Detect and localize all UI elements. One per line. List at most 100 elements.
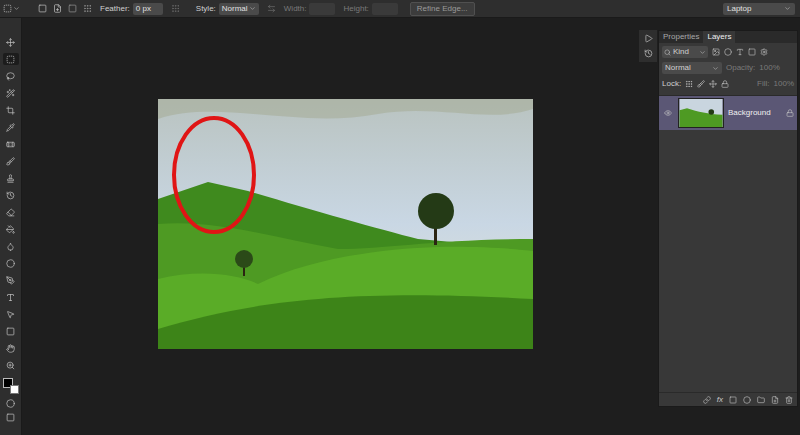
tool-icon[interactable] (6, 157, 15, 166)
tool-button[interactable] (3, 155, 19, 167)
pixel-filter-icon[interactable] (712, 48, 720, 56)
intersect-selection-icon[interactable] (83, 4, 92, 13)
tool-button[interactable] (3, 53, 19, 65)
lock-position-icon[interactable] (709, 80, 717, 88)
color-swatches[interactable] (3, 378, 19, 394)
adjustment-filter-icon[interactable] (724, 48, 732, 56)
lock-all-icon[interactable] (721, 80, 729, 88)
fx-button[interactable]: fx (717, 394, 723, 406)
tool-button[interactable] (3, 87, 19, 99)
height-field-input[interactable] (372, 3, 398, 15)
panel-tab[interactable]: Properties (659, 31, 703, 43)
chevron-icon[interactable] (712, 65, 719, 72)
actions-icon[interactable] (644, 34, 653, 43)
tool-icon[interactable] (6, 174, 15, 183)
tool-button[interactable] (3, 36, 19, 48)
tool-button[interactable] (3, 206, 19, 218)
tool-button[interactable] (3, 359, 19, 371)
link-icon[interactable] (703, 396, 711, 404)
tool-icon[interactable] (6, 293, 15, 302)
visibility-toggle[interactable] (662, 109, 674, 117)
screen-mode-icon[interactable] (6, 413, 15, 422)
toolbar (0, 18, 22, 435)
type-filter-icon[interactable] (736, 48, 744, 56)
tool-icon[interactable] (6, 72, 15, 81)
tool-button[interactable] (3, 172, 19, 184)
adjustment-icon[interactable] (743, 396, 751, 404)
feather-field-label: Feather: (100, 3, 130, 15)
tool-icon[interactable] (6, 89, 15, 98)
tool-icon[interactable] (6, 55, 15, 64)
trash-icon[interactable] (785, 396, 793, 404)
chevron-icon[interactable] (784, 5, 791, 12)
marquee-icon[interactable] (3, 4, 12, 13)
feather-field-input[interactable]: 0 px (133, 3, 163, 15)
tool-icon[interactable] (6, 208, 15, 217)
chevron-icon[interactable] (699, 49, 706, 56)
tool-button[interactable] (3, 325, 19, 337)
tool-icon[interactable] (6, 344, 15, 353)
tool-icon[interactable] (6, 361, 15, 370)
refine-edge-button[interactable]: Refine Edge... (410, 2, 475, 16)
add-selection-icon[interactable] (53, 4, 62, 13)
tool-button[interactable] (3, 308, 19, 320)
lock-icon[interactable] (786, 109, 794, 117)
photoshop-window: Feather:0 pxStyle:NormalWidth:Height:Ref… (0, 0, 800, 435)
search-icon[interactable] (664, 49, 671, 56)
tool-button[interactable] (3, 121, 19, 133)
eye-icon[interactable] (664, 109, 672, 117)
tool-button[interactable] (3, 189, 19, 201)
tool-button[interactable] (3, 342, 19, 354)
tool-icon[interactable] (6, 38, 15, 47)
dropdown-icon[interactable] (13, 5, 20, 12)
background-color[interactable] (10, 385, 19, 394)
tool-icon[interactable] (6, 106, 15, 115)
opacity-value[interactable]: 100% (759, 62, 779, 74)
tool-icon[interactable] (6, 140, 15, 149)
tool-button[interactable] (3, 291, 19, 303)
smart-filter-icon[interactable] (760, 48, 768, 56)
tool-icon[interactable] (6, 327, 15, 336)
filter-select[interactable]: Kind (662, 46, 708, 58)
new-selection-icon[interactable] (38, 4, 47, 13)
style-select[interactable]: Normal (219, 3, 259, 15)
quick-mask-icon[interactable] (6, 399, 15, 408)
layer-row[interactable]: Background (659, 96, 797, 130)
tool-icon[interactable] (6, 242, 15, 251)
swap-icon[interactable] (267, 4, 276, 13)
folder-icon[interactable] (757, 396, 765, 404)
workspace-select[interactable]: Laptop (723, 3, 795, 15)
document-image[interactable] (158, 99, 533, 349)
tool-button[interactable] (3, 138, 19, 150)
shape-filter-icon[interactable] (748, 48, 756, 56)
width-field-input[interactable] (309, 3, 335, 15)
chevron-icon[interactable] (249, 5, 256, 12)
subtract-selection-icon[interactable] (68, 4, 77, 13)
tool-button[interactable] (3, 223, 19, 235)
tool-button[interactable] (3, 240, 19, 252)
history-icon[interactable] (644, 49, 653, 58)
tool-icon[interactable] (6, 259, 15, 268)
lock-pixels-icon[interactable] (697, 80, 705, 88)
mask-icon[interactable] (729, 396, 737, 404)
tool-preset-picker[interactable] (3, 4, 20, 13)
tool-icon[interactable] (6, 225, 15, 234)
layer-name[interactable]: Background (728, 107, 771, 119)
panel-tab[interactable]: Layers (703, 31, 735, 43)
fill-value[interactable]: 100% (774, 78, 794, 90)
tool-icon[interactable] (6, 191, 15, 200)
tool-button[interactable] (3, 274, 19, 286)
tool-icon[interactable] (6, 123, 15, 132)
tool-icon[interactable] (6, 276, 15, 285)
lock-transparency-icon[interactable] (685, 80, 693, 88)
tool-button[interactable] (3, 257, 19, 269)
fill-label: Fill: (757, 78, 769, 90)
height-field: Height: (343, 3, 397, 15)
tool-button[interactable] (3, 70, 19, 82)
tool-icon[interactable] (6, 310, 15, 319)
tool-button[interactable] (3, 104, 19, 116)
new-layer-icon[interactable] (771, 396, 779, 404)
options-bar: Feather:0 pxStyle:NormalWidth:Height:Ref… (0, 0, 800, 18)
blend-select[interactable]: Normal (662, 62, 722, 74)
antialias-icon[interactable] (171, 4, 180, 13)
